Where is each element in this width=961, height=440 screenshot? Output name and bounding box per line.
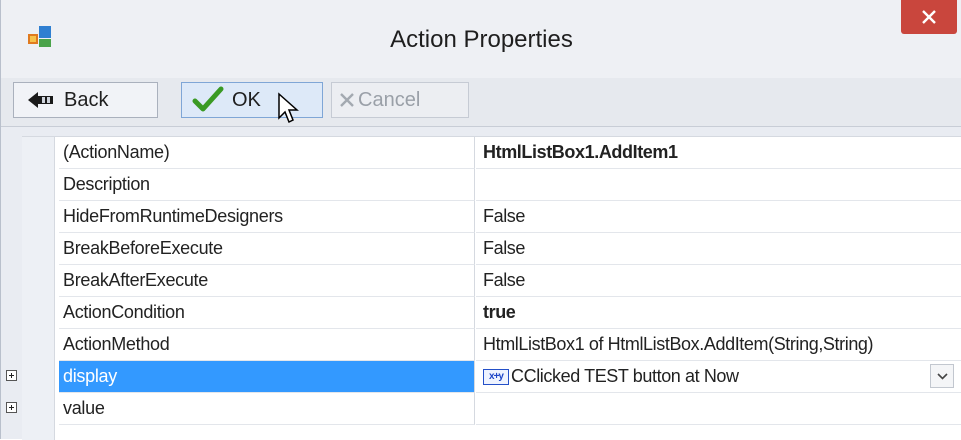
property-value[interactable]: False [476, 233, 961, 265]
expand-toggle-icon[interactable] [6, 370, 17, 381]
cancel-label: Cancel [358, 88, 421, 111]
property-name: Description [59, 169, 475, 201]
close-icon [922, 10, 936, 24]
property-name: ActionMethod [59, 329, 475, 361]
dropdown-button[interactable] [930, 364, 954, 388]
expression-icon: x+y [483, 369, 509, 386]
property-row-display[interactable]: display x+y CClicked TEST button at Now [6, 361, 961, 393]
chevron-down-icon [937, 373, 948, 380]
cancel-x-icon [340, 93, 354, 107]
property-name: display [59, 361, 475, 393]
cancel-button[interactable]: Cancel [331, 82, 469, 118]
property-row[interactable]: ActionCondition true [22, 297, 961, 329]
display-value-text: CClicked TEST button at Now [511, 366, 739, 386]
property-row[interactable]: HideFromRuntimeDesigners False [22, 201, 961, 233]
property-name: HideFromRuntimeDesigners [59, 201, 475, 233]
back-button[interactable]: Back [13, 82, 158, 118]
property-name: value [59, 393, 475, 425]
property-name: BreakAfterExecute [59, 265, 475, 297]
property-name: (ActionName) [59, 137, 475, 169]
close-button[interactable] [901, 0, 957, 34]
property-row[interactable]: (ActionName) HtmlListBox1.AddItem1 [22, 137, 961, 169]
property-row[interactable]: BreakAfterExecute False [22, 265, 961, 297]
expand-toggle-icon[interactable] [6, 402, 17, 413]
property-value[interactable]: False [476, 265, 961, 297]
window-title: Action Properties [390, 26, 573, 53]
property-value[interactable] [476, 169, 961, 201]
property-name: ActionCondition [59, 297, 475, 329]
ok-button[interactable]: OK [181, 82, 323, 118]
property-row-value[interactable]: value [6, 393, 961, 425]
property-row[interactable]: Description [22, 169, 961, 201]
action-properties-window: Action Properties Back OK Cancel (Action… [0, 0, 961, 440]
mouse-pointer-icon [278, 92, 299, 124]
property-value[interactable] [476, 393, 961, 425]
property-value[interactable]: HtmlListBox1.AddItem1 [476, 137, 961, 169]
ok-label: OK [232, 88, 261, 111]
property-value[interactable]: HtmlListBox1 of HtmlListBox.AddItem(Stri… [476, 329, 961, 361]
property-row[interactable]: ActionMethod HtmlListBox1 of HtmlListBox… [22, 329, 961, 361]
back-label: Back [64, 88, 109, 111]
back-arrow-icon [28, 92, 53, 108]
checkmark-icon [192, 86, 224, 112]
property-value[interactable]: true [476, 297, 961, 329]
property-name: BreakBeforeExecute [59, 233, 475, 265]
property-value[interactable]: x+y CClicked TEST button at Now [476, 361, 961, 393]
property-grid: (ActionName) HtmlListBox1.AddItem1 Descr… [6, 136, 961, 440]
property-row[interactable]: BreakBeforeExecute False [22, 233, 961, 265]
title-bar: Action Properties [1, 0, 961, 78]
toolbar: Back OK Cancel [1, 78, 961, 127]
property-value[interactable]: False [476, 201, 961, 233]
